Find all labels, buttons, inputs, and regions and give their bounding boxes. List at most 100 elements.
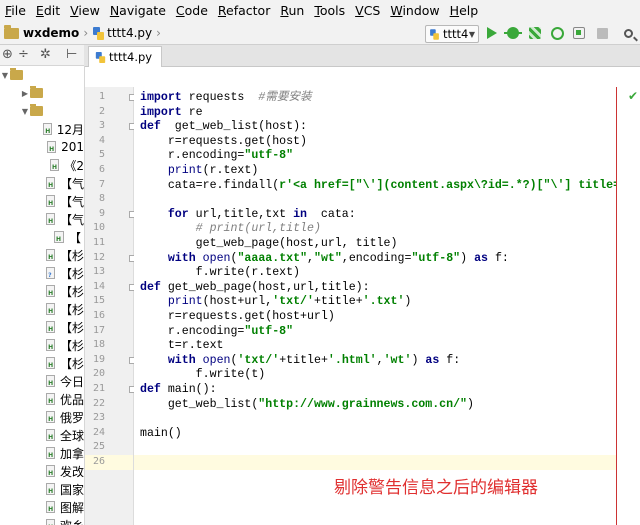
tree-file[interactable]: 【杉 xyxy=(0,354,84,372)
line-number: 2 xyxy=(98,105,105,117)
menu-vcs[interactable]: VCS xyxy=(350,0,385,22)
concurrency-button[interactable] xyxy=(571,25,587,41)
tree-file[interactable]: 【杉 xyxy=(0,282,84,300)
tree-file[interactable]: 【杉 xyxy=(0,300,84,318)
target-icon[interactable]: ⊕ xyxy=(2,47,13,62)
code-line: def get_web_page(host,url,title): xyxy=(140,280,370,294)
menu-navigate[interactable]: Navigate xyxy=(105,0,171,22)
html-file-icon xyxy=(46,303,55,315)
menu-tools[interactable]: Tools xyxy=(309,0,350,22)
tree-item-label: 【杉 xyxy=(59,356,84,371)
html-file-icon xyxy=(46,519,55,525)
tree-file[interactable]: 全球 xyxy=(0,426,84,444)
menu-view[interactable]: View xyxy=(65,0,105,22)
code-line: r=requests.get(host) xyxy=(140,134,307,148)
tree-item-label: 今日 xyxy=(59,374,84,389)
tree-folder-txt[interactable]: ▼ xyxy=(0,102,84,120)
tree-file[interactable]: 图解 xyxy=(0,498,84,516)
html-file-icon xyxy=(46,357,55,369)
tree-file[interactable]: 【 xyxy=(0,228,84,246)
tree-file[interactable]: 【气 xyxy=(0,192,84,210)
html-file-icon xyxy=(46,285,55,297)
tree-file[interactable]: 【杉 xyxy=(0,246,84,264)
collapsed-arrow-icon[interactable]: ▶ xyxy=(20,89,30,98)
code-line: with open("aaaa.txt","wt",encoding="utf-… xyxy=(167,251,509,265)
menu-file[interactable]: File xyxy=(0,0,31,22)
collapse-icon[interactable]: ÷ xyxy=(18,47,29,62)
breadcrumb-project[interactable]: wxdemo xyxy=(23,26,79,40)
debug-button[interactable] xyxy=(504,25,522,41)
run-config-label: tttt4 xyxy=(443,27,469,41)
gear-icon[interactable]: ✲ xyxy=(40,47,51,62)
menu-edit[interactable]: Edit xyxy=(31,0,65,22)
html-file-icon xyxy=(46,483,55,495)
code-line: print(host+url,'txt/'+title+'.txt') xyxy=(167,295,412,309)
tree-file[interactable]: 优品 xyxy=(0,390,84,408)
bug-icon xyxy=(504,27,522,39)
expand-arrow-icon[interactable]: ▼ xyxy=(0,71,10,80)
line-number: 10 xyxy=(92,222,105,234)
tree-file[interactable]: 【杉 xyxy=(0,318,84,336)
tree-root[interactable]: ▼ xyxy=(0,66,84,84)
menu-run[interactable]: Run xyxy=(275,0,309,22)
navigation-bar: wxdemo › tttt4.py › xyxy=(0,22,640,45)
tree-item-label: 国家 xyxy=(59,482,84,497)
tree-file[interactable]: 国家 xyxy=(0,480,84,498)
line-number: 5 xyxy=(98,149,105,161)
tab-tttt4[interactable]: tttt4.py xyxy=(88,46,162,67)
stop-button[interactable] xyxy=(594,25,610,41)
code-line: # print(url,title) xyxy=(195,222,321,236)
html-file-icon xyxy=(46,375,55,387)
tree-file[interactable]: 【杉 xyxy=(0,264,84,282)
tree-item-label: 【杉 xyxy=(59,338,84,353)
tree-file[interactable]: 【杉 xyxy=(0,336,84,354)
run-icon xyxy=(487,27,497,39)
tree-file[interactable]: 今日 xyxy=(0,372,84,390)
code-line: r.encoding="utf-8" xyxy=(140,149,294,163)
tree-file[interactable]: 发改 xyxy=(0,462,84,480)
code-line: t=r.text xyxy=(140,339,224,353)
expand-arrow-icon[interactable]: ▼ xyxy=(20,107,30,116)
folder-icon xyxy=(4,24,19,39)
code-line: f.write(r.text) xyxy=(140,266,301,280)
menu-window[interactable]: Window xyxy=(385,0,444,22)
tree-file[interactable]: 《2 xyxy=(0,156,84,174)
coverage-button[interactable] xyxy=(527,25,543,41)
tree-file[interactable]: 201 xyxy=(0,138,84,156)
tree-item-label: 【 xyxy=(69,230,82,245)
menu-help[interactable]: Help xyxy=(445,0,484,22)
chevron-down-icon: ▼ xyxy=(468,29,475,39)
python-file-icon xyxy=(430,28,439,40)
profile-button[interactable] xyxy=(549,25,565,41)
run-config-select[interactable]: tttt4 ▼ xyxy=(425,25,479,43)
code-line: print(r.text) xyxy=(167,164,259,177)
tree-file[interactable]: 12月 xyxy=(0,120,84,138)
code-line: import re xyxy=(140,105,203,119)
tree-file[interactable]: 【气 xyxy=(0,174,84,192)
menu-refactor[interactable]: Refactor xyxy=(213,0,275,22)
html-file-icon xyxy=(46,501,55,513)
tree-file[interactable]: 【气 xyxy=(0,210,84,228)
code-editor[interactable]: import requests #需要安装 import re def get_we… xyxy=(134,87,616,525)
breadcrumb-file[interactable]: tttt4.py xyxy=(107,26,152,40)
code-line: import requests #需要安装 xyxy=(140,91,312,104)
tree-folder-log[interactable]: ▶ xyxy=(0,84,84,102)
tree-item-label: 【气 xyxy=(59,176,84,191)
tree-file[interactable]: 俄罗 xyxy=(0,408,84,426)
tree-item-label: 【杉 xyxy=(59,266,84,281)
line-number: 8 xyxy=(98,193,105,205)
run-button[interactable] xyxy=(484,25,500,41)
html-file-icon xyxy=(43,123,52,135)
hide-icon[interactable]: ⊢ xyxy=(66,47,77,62)
tree-file[interactable]: 加拿 xyxy=(0,444,84,462)
tree-file[interactable]: 欢乡 xyxy=(0,516,84,525)
html-file-icon xyxy=(46,429,55,441)
line-number: 12 xyxy=(92,251,105,263)
html-file-icon xyxy=(46,465,55,477)
line-number: 24 xyxy=(92,426,105,438)
line-number: 14 xyxy=(92,280,105,292)
menu-code[interactable]: Code xyxy=(171,0,213,22)
html-file-icon xyxy=(46,195,55,207)
search-everywhere-button[interactable] xyxy=(620,25,636,41)
line-number: 11 xyxy=(92,237,105,248)
